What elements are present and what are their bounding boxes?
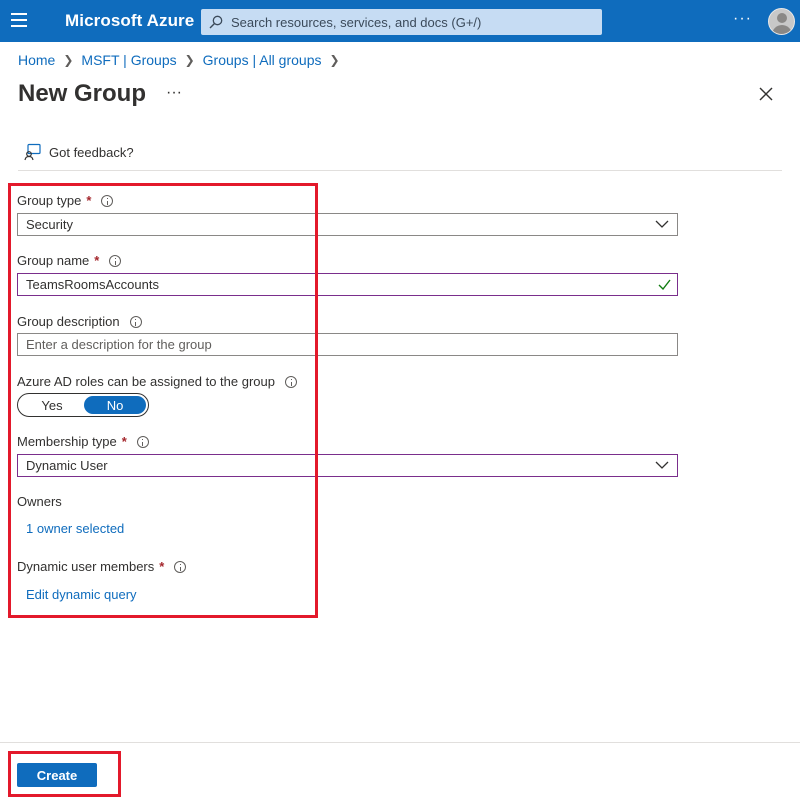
more-options-icon[interactable]: ··· [733, 10, 752, 28]
chevron-right-icon: ❯ [184, 53, 195, 67]
divider [18, 170, 782, 171]
checkmark-icon [658, 279, 671, 290]
avatar[interactable] [768, 8, 795, 35]
search-icon [209, 15, 223, 29]
breadcrumb: Home ❯ MSFT | Groups ❯ Groups | All grou… [18, 52, 348, 68]
create-highlight-box [8, 751, 121, 797]
breadcrumb-all-groups[interactable]: Groups | All groups [203, 52, 322, 68]
breadcrumb-msft-groups[interactable]: MSFT | Groups [81, 52, 176, 68]
top-bar: Microsoft Azure Search resources, servic… [0, 0, 800, 42]
page-more-icon[interactable]: ··· [166, 84, 182, 102]
hamburger-menu-icon[interactable] [11, 13, 31, 29]
brand-title[interactable]: Microsoft Azure [65, 11, 194, 31]
search-placeholder: Search resources, services, and docs (G+… [231, 15, 482, 30]
footer-divider [0, 742, 800, 743]
chevron-right-icon: ❯ [63, 53, 74, 67]
feedback-button[interactable]: Got feedback? [24, 143, 134, 161]
close-icon[interactable] [757, 85, 775, 103]
form-highlight-box [8, 183, 318, 618]
breadcrumb-home[interactable]: Home [18, 52, 55, 68]
chevron-right-icon: ❯ [329, 53, 340, 67]
page-title: New Group [18, 80, 147, 107]
chevron-down-icon [655, 220, 669, 228]
feedback-icon [24, 143, 41, 161]
feedback-label: Got feedback? [49, 144, 134, 160]
search-input[interactable]: Search resources, services, and docs (G+… [201, 9, 602, 35]
chevron-down-icon [655, 461, 669, 469]
